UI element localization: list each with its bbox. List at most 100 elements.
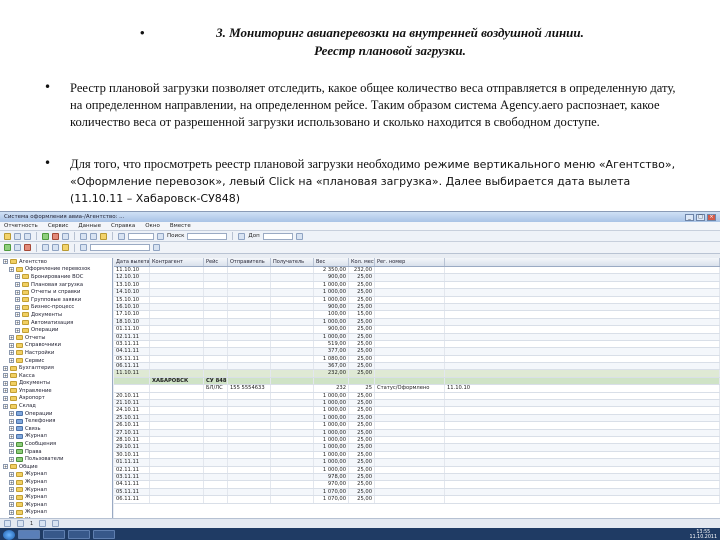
- taskbar-app[interactable]: [18, 530, 40, 539]
- table-row[interactable]: 24.10.11 1 000,00 25,00: [114, 407, 720, 415]
- table-row[interactable]: 16.10.10 900,00 25,00: [114, 303, 720, 312]
- tree-item[interactable]: + Настройки: [0, 349, 112, 357]
- tree-item[interactable]: + Журнал: [0, 433, 112, 441]
- tree-item[interactable]: + Аэропорт: [0, 395, 112, 403]
- expand-icon[interactable]: +: [9, 441, 14, 447]
- expand-icon[interactable]: +: [9, 342, 14, 348]
- group-icon[interactable]: [52, 244, 59, 251]
- expand-icon[interactable]: +: [15, 282, 20, 288]
- table-row[interactable]: 04.11.11 970,00 25,00: [114, 481, 720, 489]
- sort-icon[interactable]: [42, 244, 49, 251]
- menu-item[interactable]: Вместе: [170, 223, 191, 229]
- export-icon[interactable]: [62, 244, 69, 251]
- tree-item[interactable]: + Бронирование ВОС: [0, 273, 112, 281]
- table-row[interactable]: 26.10.11 1 000,00 25,00: [114, 422, 720, 430]
- taskbar-app[interactable]: [43, 530, 65, 539]
- detail-row[interactable]: БЛ/ЛС 155 5554633 232 25 Статус/Оформлено 11.…: [114, 385, 720, 393]
- expand-icon[interactable]: +: [9, 266, 14, 272]
- tree-item[interactable]: + Телефония: [0, 417, 112, 425]
- tree-item[interactable]: + Журнал: [0, 478, 112, 486]
- expand-icon[interactable]: +: [3, 395, 8, 401]
- tree-item[interactable]: + Права: [0, 448, 112, 456]
- expand-icon[interactable]: +: [3, 373, 8, 379]
- tree-item[interactable]: + Журнал: [0, 501, 112, 509]
- expand-icon[interactable]: +: [15, 289, 20, 295]
- tree-item[interactable]: + Касса: [0, 372, 112, 380]
- start-button[interactable]: [3, 529, 15, 540]
- tree-item[interactable]: + Операции: [0, 326, 112, 334]
- search-icon[interactable]: [157, 232, 164, 240]
- expand-icon[interactable]: +: [9, 350, 14, 356]
- menu-item[interactable]: Окно: [145, 223, 160, 229]
- column-header[interactable]: Дата вылета: [114, 258, 150, 266]
- calendar-icon[interactable]: [118, 232, 125, 240]
- tree-item[interactable]: + Плановая загрузка: [0, 281, 112, 289]
- expand-icon[interactable]: +: [15, 304, 20, 310]
- table-row[interactable]: 12.10.10 900,00 25,00: [114, 274, 720, 282]
- toolbar-field[interactable]: [128, 232, 154, 240]
- table-row[interactable]: 28.10.11 1 000,00 25,00: [114, 436, 720, 445]
- column-header[interactable]: Кол. мест: [349, 258, 375, 266]
- table-row[interactable]: 21.10.11 1 000,00 25,00: [114, 400, 720, 408]
- menu-item[interactable]: Сервис: [48, 223, 69, 229]
- tree-item[interactable]: + Управление: [0, 387, 112, 395]
- tree-item[interactable]: + Справочники: [0, 342, 112, 350]
- list-icon[interactable]: [238, 232, 246, 240]
- tree-item[interactable]: + Бухгалтерия: [0, 364, 112, 372]
- tree-item[interactable]: + Оформление перевозок: [0, 266, 112, 274]
- expand-icon[interactable]: +: [9, 479, 14, 485]
- tree-item[interactable]: + Общие: [0, 463, 112, 471]
- folder-icon[interactable]: [4, 232, 11, 240]
- tree-item[interactable]: + Журнал: [0, 493, 112, 501]
- tree-item[interactable]: + Отчеты и справки: [0, 288, 112, 296]
- table-row[interactable]: 13.10.10 1 000,00 25,00: [114, 281, 720, 290]
- table-row[interactable]: 11.10.10 2 350,00 232,00: [114, 267, 720, 275]
- tree-item[interactable]: + Склад: [0, 402, 112, 410]
- menu-item[interactable]: Справка: [111, 223, 135, 229]
- table-row[interactable]: 15.10.10 1 000,00 25,00: [114, 296, 720, 304]
- taskbar-app[interactable]: [93, 530, 115, 539]
- tree-item[interactable]: + Сервис: [0, 357, 112, 365]
- table-row[interactable]: 01.11.11 1 000,00 25,00: [114, 459, 720, 467]
- table-row[interactable]: 11.10.11 232,00 25,00: [114, 370, 720, 378]
- expand-icon[interactable]: +: [9, 502, 14, 508]
- expand-icon[interactable]: +: [3, 365, 8, 371]
- tree-item[interactable]: + Документы: [0, 311, 112, 319]
- expand-icon[interactable]: +: [9, 358, 14, 364]
- table-row[interactable]: 30.10.11 1 000,00 25,00: [114, 451, 720, 460]
- table-row[interactable]: 29.10.11 1 000,00 25,00: [114, 444, 720, 452]
- table-row[interactable]: 25.10.11 1 000,00 25,00: [114, 414, 720, 423]
- tree-item[interactable]: + Документы: [0, 380, 112, 388]
- expand-icon[interactable]: +: [9, 426, 14, 432]
- expand-icon[interactable]: +: [9, 418, 14, 424]
- expand-icon[interactable]: +: [15, 320, 20, 326]
- table-row[interactable]: 03.11.11 978,00 25,00: [114, 473, 720, 482]
- tree-item[interactable]: + Автоматизация: [0, 319, 112, 327]
- table-row[interactable]: 02.11.11 1 000,00 25,00: [114, 333, 720, 341]
- chevron-down-icon[interactable]: [295, 232, 303, 240]
- table-row[interactable]: 06.11.11 367,00 25,00: [114, 363, 720, 371]
- expand-icon[interactable]: +: [15, 312, 20, 318]
- prev-page-icon[interactable]: [17, 520, 24, 527]
- expand-icon[interactable]: +: [15, 297, 20, 303]
- table-row[interactable]: 02.11.11 1 000,00 25,00: [114, 466, 720, 474]
- delete-icon[interactable]: [52, 232, 59, 240]
- tree-item[interactable]: + Журнал: [0, 471, 112, 479]
- maximize-button[interactable]: □: [696, 213, 705, 221]
- column-header[interactable]: Вес: [314, 258, 349, 266]
- table-row[interactable]: 04.11.11 377,00 25,00: [114, 348, 720, 356]
- tree-item[interactable]: + Агентство: [0, 258, 112, 266]
- tree-item[interactable]: + Сообщения: [0, 440, 112, 448]
- tree-item[interactable]: + Журнал: [0, 509, 112, 517]
- tree-item[interactable]: + Бизнес-процесс: [0, 304, 112, 312]
- first-page-icon[interactable]: [4, 520, 11, 527]
- expand-icon[interactable]: +: [9, 494, 14, 500]
- filter-input[interactable]: [90, 244, 150, 251]
- table-row[interactable]: 27.10.11 1 000,00 25,00: [114, 429, 720, 437]
- tree-item[interactable]: + Групповые заявки: [0, 296, 112, 304]
- column-header[interactable]: [445, 258, 720, 266]
- expand-icon[interactable]: +: [15, 274, 20, 280]
- table-row[interactable]: 05.11.11 1 070,00 25,00: [114, 488, 720, 497]
- next-page-icon[interactable]: [39, 520, 47, 527]
- expand-icon[interactable]: +: [15, 327, 20, 333]
